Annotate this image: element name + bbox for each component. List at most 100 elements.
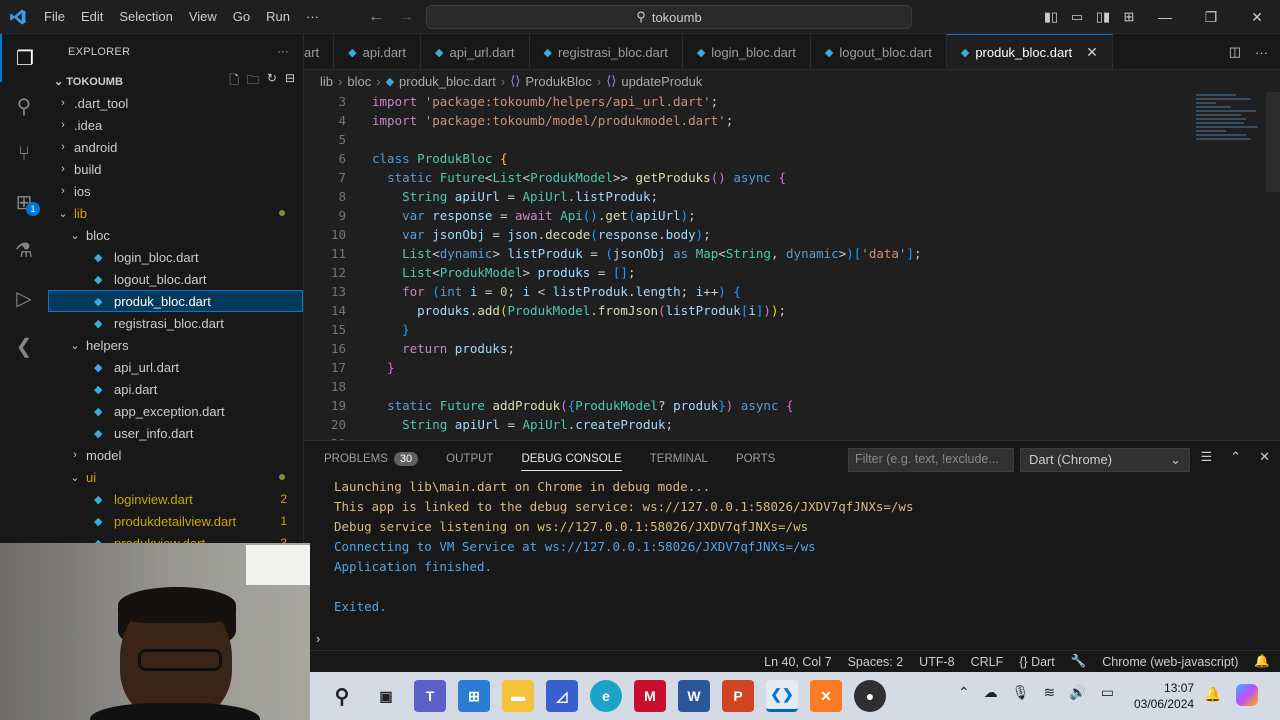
tree-file[interactable]: ◆ logout_bloc.dart: [48, 268, 303, 290]
toggle-secondary-sidebar-icon[interactable]: ▯▮: [1090, 9, 1116, 25]
tree-folder[interactable]: ⌄ helpers: [48, 334, 303, 356]
copilot-icon[interactable]: [1236, 684, 1258, 706]
obs-icon[interactable]: ●: [854, 680, 886, 712]
panel-tab[interactable]: PROBLEMS 30: [324, 441, 419, 477]
panel-tab[interactable]: PORTS: [736, 441, 775, 477]
menu-item[interactable]: File: [36, 0, 73, 34]
split-editor-icon[interactable]: ◫: [1229, 44, 1241, 60]
powerpoint-icon[interactable]: P: [722, 680, 754, 712]
wifi-icon[interactable]: ≋: [1044, 684, 1056, 701]
tree-folder[interactable]: › model: [48, 444, 303, 466]
volume-icon[interactable]: 🔊: [1069, 684, 1086, 701]
battery-icon[interactable]: ▭: [1101, 684, 1114, 701]
tree-folder[interactable]: › .idea: [48, 114, 303, 136]
menu-item[interactable]: Edit: [73, 0, 111, 34]
extensions-icon[interactable]: ⊞ 1: [0, 178, 48, 226]
tree-file[interactable]: ◆ user_info.dart: [48, 422, 303, 444]
breadcrumb-method[interactable]: updateProduk: [621, 74, 702, 89]
minimap[interactable]: [1196, 92, 1266, 162]
microphone-icon[interactable]: 🎙: [1012, 684, 1030, 701]
line-endings[interactable]: CRLF: [971, 655, 1004, 669]
forward-arrow-icon[interactable]: →: [398, 8, 414, 26]
explorer-icon[interactable]: ❐: [0, 34, 48, 82]
run-debug-icon[interactable]: ▷: [0, 274, 48, 322]
tree-file[interactable]: ◆ api_url.dart: [48, 356, 303, 378]
edge-browser-icon[interactable]: e: [590, 680, 622, 712]
tree-file[interactable]: ◆ produkdetailview.dart 1: [48, 510, 303, 532]
breadcrumb-class[interactable]: ProdukBloc: [525, 74, 591, 89]
tree-folder[interactable]: › .dart_tool: [48, 92, 303, 114]
toggle-panel-icon[interactable]: ▭: [1064, 9, 1090, 25]
panel-tab[interactable]: DEBUG CONSOLE: [521, 441, 623, 477]
search-view-icon[interactable]: ⚲: [0, 82, 48, 130]
clear-console-icon[interactable]: ☰: [1201, 449, 1213, 465]
device-selector[interactable]: Chrome (web-javascript): [1102, 655, 1238, 669]
flutter-icon[interactable]: ❮: [0, 322, 48, 370]
tree-folder[interactable]: ⌄ lib: [48, 202, 303, 224]
collapse-all-icon[interactable]: ⊟: [285, 71, 295, 92]
teams-icon[interactable]: T: [414, 680, 446, 712]
debug-session-dropdown[interactable]: Dart (Chrome) ⌄: [1020, 448, 1190, 472]
linear-app-icon[interactable]: ◿: [546, 680, 578, 712]
project-section-header[interactable]: ⌄ TOKOUMB 🗋 🗀 ↻ ⊟: [48, 70, 303, 92]
vscode-taskbar-icon[interactable]: ❮❯: [766, 680, 798, 712]
panel-tab[interactable]: OUTPUT: [446, 441, 493, 477]
panel-tab[interactable]: TERMINAL: [650, 441, 708, 477]
tree-folder[interactable]: › android: [48, 136, 303, 158]
menu-item[interactable]: Selection: [111, 0, 180, 34]
tree-file[interactable]: ◆ loginview.dart 2: [48, 488, 303, 510]
editor-tab[interactable]: ◆ api_url.dart: [421, 34, 530, 69]
menu-item[interactable]: Run: [258, 0, 298, 34]
tree-file[interactable]: ◆ login_bloc.dart: [48, 246, 303, 268]
tray-chevron-up-icon[interactable]: ⌃: [958, 684, 970, 701]
editor-tab[interactable]: ◆ api.dart: [334, 34, 422, 69]
restore-button[interactable]: ❐: [1188, 9, 1234, 26]
breadcrumb-bloc[interactable]: bloc: [347, 74, 371, 89]
menu-item[interactable]: ···: [298, 0, 327, 34]
refresh-icon[interactable]: ↻: [267, 71, 277, 92]
menu-item[interactable]: Go: [225, 0, 258, 34]
new-folder-icon[interactable]: 🗀: [247, 71, 259, 92]
command-center-search[interactable]: ⚲ tokoumb: [426, 5, 912, 29]
toggle-primary-sidebar-icon[interactable]: ▮▯: [1038, 9, 1064, 25]
tree-folder[interactable]: › build: [48, 158, 303, 180]
onedrive-cloud-icon[interactable]: ☁: [984, 684, 998, 701]
wrench-icon[interactable]: 🔧: [1071, 654, 1087, 669]
tree-file[interactable]: ◆ api.dart: [48, 378, 303, 400]
tree-folder[interactable]: › ios: [48, 180, 303, 202]
notification-center-icon[interactable]: 🔔: [1204, 686, 1221, 703]
tree-file[interactable]: ◆ produk_bloc.dart: [48, 290, 303, 312]
code-editor[interactable]: 3 import 'package:tokoumb/helpers/api_url…: [304, 92, 1280, 440]
encoding[interactable]: UTF-8: [919, 655, 954, 669]
mcafee-icon[interactable]: M: [634, 680, 666, 712]
tree-file[interactable]: ◆ registrasi_bloc.dart: [48, 312, 303, 334]
new-file-icon[interactable]: 🗋: [229, 71, 239, 92]
maximize-panel-icon[interactable]: ⌃: [1230, 449, 1241, 465]
editor-tab[interactable]: ◆ registrasi_bloc.dart: [530, 34, 683, 69]
word-icon[interactable]: W: [678, 680, 710, 712]
more-actions-icon[interactable]: ···: [277, 46, 289, 58]
editor-scrollbar[interactable]: [1266, 92, 1280, 192]
minimize-button[interactable]: —: [1142, 9, 1188, 25]
source-control-icon[interactable]: ⑂: [0, 130, 48, 178]
console-prompt-chevron-icon[interactable]: ›: [316, 631, 320, 646]
close-tab-icon[interactable]: ✕: [1086, 44, 1098, 61]
cursor-position[interactable]: Ln 40, Col 7: [764, 655, 831, 669]
console-filter-input[interactable]: Filter (e.g. text, !exclude...: [848, 448, 1014, 472]
search-taskbar-icon[interactable]: ⚲: [326, 680, 358, 712]
menu-item[interactable]: View: [181, 0, 225, 34]
editor-tab[interactable]: art: [304, 34, 335, 69]
microsoft-store-icon[interactable]: ⊞: [458, 680, 490, 712]
testing-flask-icon[interactable]: ⚗: [0, 226, 48, 274]
more-editor-actions-icon[interactable]: ···: [1255, 45, 1268, 60]
file-explorer-icon[interactable]: ▬: [502, 680, 534, 712]
xampp-icon[interactable]: ✕: [810, 680, 842, 712]
indentation[interactable]: Spaces: 2: [848, 655, 904, 669]
customize-layout-icon[interactable]: ⊞: [1116, 9, 1142, 25]
tree-folder[interactable]: ⌄ ui: [48, 466, 303, 488]
back-arrow-icon[interactable]: ←: [368, 8, 384, 26]
notifications-bell-icon[interactable]: 🔔: [1254, 654, 1270, 669]
tree-file[interactable]: ◆ app_exception.dart: [48, 400, 303, 422]
language-mode[interactable]: {} Dart: [1019, 655, 1054, 669]
task-view-icon[interactable]: ▣: [370, 680, 402, 712]
